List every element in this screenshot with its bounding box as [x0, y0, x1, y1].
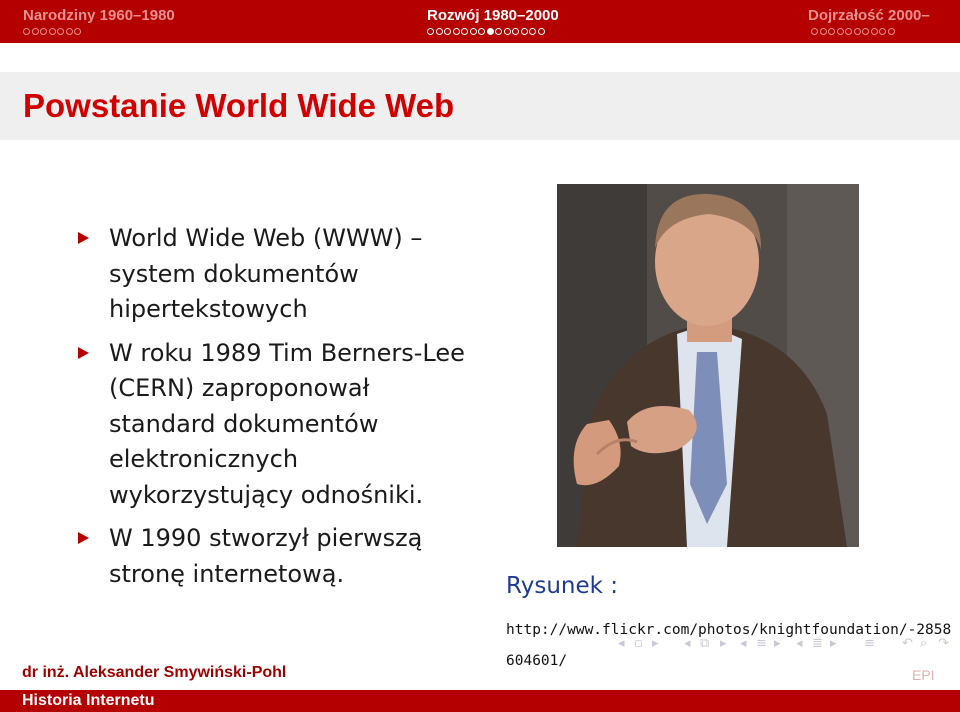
beamer-navigation: ◂ ▫ ▸ ◂ ⧉ ▸ ◂ ≡ ▸ ◂ ≣ ▸ ≡ ↶ ⌕ ↷: [618, 636, 956, 652]
slide-title: Powstanie World Wide Web: [23, 87, 455, 124]
frame-dot[interactable]: [887, 28, 895, 35]
title-bar: Powstanie World Wide Web: [0, 72, 960, 140]
prev-section-icon[interactable]: ◂: [740, 636, 747, 652]
frame-dot[interactable]: [495, 28, 502, 35]
frame-dot[interactable]: [469, 28, 477, 35]
section-dots-2[interactable]: [811, 28, 895, 38]
bullet-arrow-icon: [78, 346, 89, 359]
figure-caption-label: Rysunek :: [506, 573, 619, 599]
bullet-arrow-icon: [78, 532, 89, 544]
part-icon[interactable]: ≣: [812, 636, 823, 652]
frame-dot[interactable]: [811, 28, 818, 35]
frame-dot[interactable]: [478, 28, 485, 35]
header-bar: Narodziny 1960–1980 Rozwój 1980–2000 Doj…: [0, 0, 960, 43]
frame-dot[interactable]: [48, 28, 56, 35]
frame-dot[interactable]: [461, 28, 468, 35]
frame-dot[interactable]: [74, 28, 81, 35]
frame-dot[interactable]: [452, 28, 460, 35]
next-subsection-icon[interactable]: ▸: [720, 636, 727, 652]
frame-dot[interactable]: [529, 28, 536, 35]
bullet-text: W 1990 stworzył pierwszą stronę internet…: [109, 524, 423, 588]
section-dots-1[interactable]: [427, 28, 545, 38]
next-slide-icon[interactable]: ▸: [652, 636, 659, 652]
frame-dot[interactable]: [57, 28, 64, 35]
frame-dot[interactable]: [40, 28, 47, 35]
frame-dot[interactable]: [537, 28, 545, 35]
frame-dot[interactable]: [879, 28, 886, 35]
first-slide-icon[interactable]: ◂: [618, 636, 625, 652]
undo-icon[interactable]: ↶: [902, 636, 913, 652]
next-part-icon[interactable]: ▸: [830, 636, 837, 652]
find-icon[interactable]: ⌕: [920, 636, 927, 652]
frame-dot[interactable]: [427, 28, 434, 35]
frame-dot[interactable]: [836, 28, 844, 35]
outline-icon[interactable]: ≡: [864, 636, 875, 652]
frame-dot[interactable]: [819, 28, 827, 35]
section-label-0[interactable]: Narodziny 1960–1980: [23, 7, 175, 24]
slide-frame-icon[interactable]: ▫: [634, 636, 643, 652]
frame-dot[interactable]: [444, 28, 451, 35]
bullet-text: W roku 1989 Tim Berners-Lee (CERN) zapro…: [109, 338, 465, 509]
frame-dot[interactable]: [65, 28, 73, 35]
prev-subsection-icon[interactable]: ◂: [684, 636, 691, 652]
bullet-item: W 1990 stworzył pierwszą stronę internet…: [78, 521, 478, 592]
frame-dot[interactable]: [23, 28, 30, 35]
section-dots-0[interactable]: [23, 28, 81, 38]
subsection-icon[interactable]: ⧉: [700, 636, 709, 652]
bullet-item: World Wide Web (WWW) – system dokumentów…: [78, 221, 478, 328]
redo-icon[interactable]: ↷: [938, 636, 949, 652]
section-label-1[interactable]: Rozwój 1980–2000: [427, 7, 559, 24]
epi-logo: EPI: [912, 667, 935, 683]
frame-dot[interactable]: [845, 28, 852, 35]
bullet-list: World Wide Web (WWW) – system dokumentów…: [78, 221, 478, 600]
section-label-2[interactable]: Dojrzałość 2000–: [808, 7, 930, 24]
frame-dot[interactable]: [512, 28, 519, 35]
portrait-photo: [557, 184, 859, 547]
bullet-text: World Wide Web (WWW) – system dokumentów…: [109, 224, 423, 323]
frame-dot[interactable]: [862, 28, 869, 35]
frame-dot[interactable]: [853, 28, 861, 35]
frame-dot[interactable]: [435, 28, 443, 35]
frame-dot[interactable]: [828, 28, 835, 35]
next-section-icon[interactable]: ▸: [774, 636, 781, 652]
bullet-arrow-icon: [78, 232, 89, 244]
author-name: dr inż. Aleksander Smywiński-Pohl: [22, 664, 287, 681]
prev-part-icon[interactable]: ◂: [796, 636, 803, 652]
section-icon[interactable]: ≡: [756, 636, 767, 652]
frame-dot[interactable]: [31, 28, 39, 35]
frame-dot[interactable]: [870, 28, 878, 35]
frame-dot[interactable]: [520, 28, 528, 35]
frame-dot[interactable]: [486, 28, 494, 35]
bullet-item: W roku 1989 Tim Berners-Lee (CERN) zapro…: [78, 336, 478, 514]
course-title: Historia Internetu: [22, 692, 155, 709]
frame-dot[interactable]: [503, 28, 511, 35]
footer-bar: Historia Internetu: [0, 690, 960, 712]
